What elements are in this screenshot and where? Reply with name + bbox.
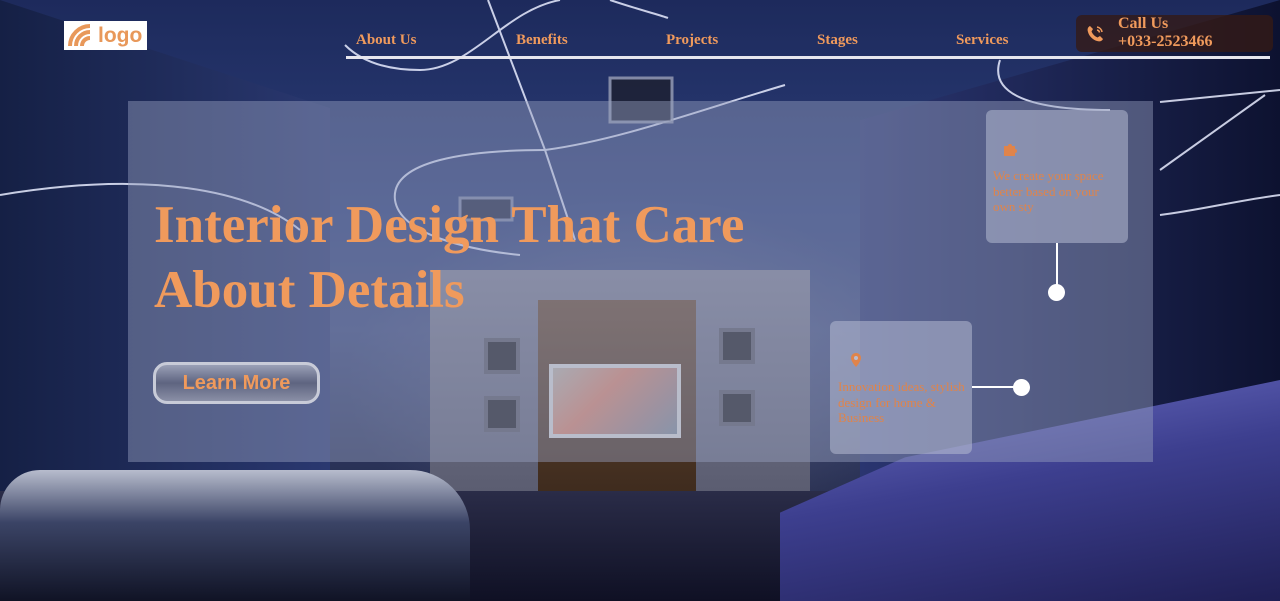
feature-card: We create your space better based on you…	[986, 110, 1128, 243]
learn-more-button[interactable]: Learn More	[153, 362, 320, 404]
feature-card: Innovation ideas, stylish design for hom…	[830, 321, 972, 454]
connector-line	[972, 386, 1018, 388]
logo[interactable]: logo	[64, 21, 147, 50]
logo-text: logo	[98, 24, 143, 47]
puzzle-icon	[1004, 144, 1017, 156]
call-us-title: Call Us	[1118, 15, 1169, 32]
feature-text: Innovation ideas, stylish design for hom…	[838, 379, 965, 425]
phone-ringing-icon	[1087, 26, 1103, 42]
nav-item-benefits[interactable]: Benefits	[516, 32, 568, 49]
hero-title: Interior Design That Care About Details	[154, 196, 745, 319]
logo-arc-icon	[68, 23, 91, 46]
call-us-box[interactable]: Call Us +033-2523466	[1076, 15, 1273, 52]
nav-item-services[interactable]: Services	[956, 32, 1008, 49]
call-us-phone[interactable]: +033-2523466	[1118, 33, 1212, 51]
feature-text: We create your space better based on you…	[993, 168, 1104, 214]
nav-item-stages[interactable]: Stages	[817, 32, 858, 49]
location-pin-icon	[851, 353, 861, 367]
nav-item-projects[interactable]: Projects	[666, 32, 718, 49]
connector-dot	[1048, 284, 1065, 301]
connector-dot	[1013, 379, 1030, 396]
nav-item-about-us[interactable]: About Us	[356, 32, 416, 49]
connector-line	[1056, 243, 1058, 286]
